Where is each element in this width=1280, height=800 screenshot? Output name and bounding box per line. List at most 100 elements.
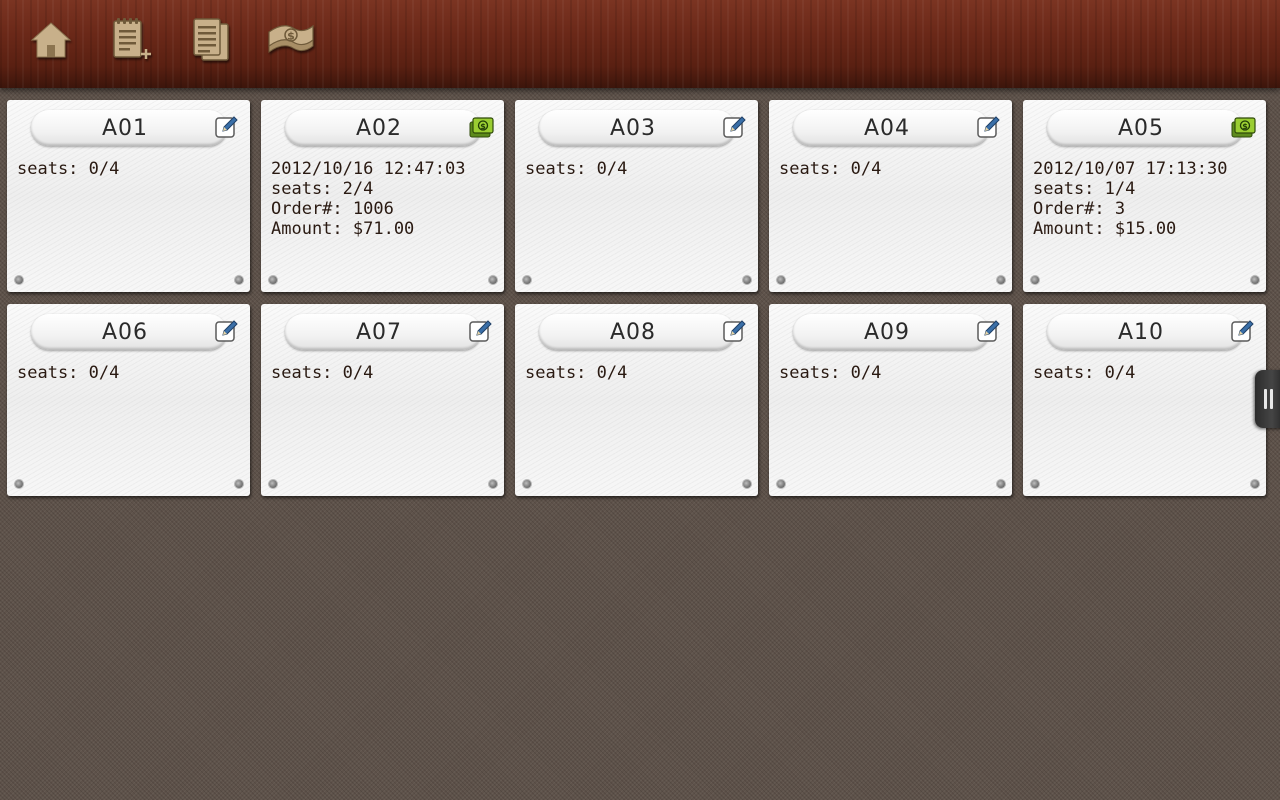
orders-list-button[interactable] xyxy=(183,12,239,68)
home-icon xyxy=(30,22,72,58)
screw-icon xyxy=(269,276,277,284)
table-info-line: seats: 0/4 xyxy=(779,159,882,179)
table-title-pill: A09 xyxy=(793,314,989,350)
table-name: A09 xyxy=(863,319,911,345)
table-info-line: seats: 2/4 xyxy=(271,179,374,199)
top-toolbar: $ xyxy=(0,0,1280,88)
screw-icon xyxy=(997,276,1005,284)
screw-icon xyxy=(235,480,243,488)
money-icon: $ xyxy=(268,24,314,53)
table-card[interactable]: A09 seats: 0/4 xyxy=(769,304,1012,496)
table-info-line: Order#: 3 xyxy=(1033,199,1126,219)
table-name: A04 xyxy=(863,115,911,141)
svg-text:$: $ xyxy=(287,30,295,43)
screw-icon xyxy=(15,276,23,284)
table-title-pill: A02 xyxy=(285,110,481,146)
table-name: A01 xyxy=(101,115,149,141)
svg-text:$: $ xyxy=(480,122,486,131)
table-info: seats: 0/4 xyxy=(17,363,119,383)
table-info-line: seats: 0/4 xyxy=(17,159,120,179)
table-info-line: seats: 0/4 xyxy=(525,363,628,383)
table-title-pill: A06 xyxy=(31,314,227,350)
table-info-line: seats: 0/4 xyxy=(1033,363,1136,383)
edit-icon[interactable] xyxy=(214,114,240,140)
table-info-line: seats: 0/4 xyxy=(17,363,120,383)
edit-icon[interactable] xyxy=(976,318,1002,344)
table-info: 2012/10/16 12:47:03 seats: 2/4 Order#: 100… xyxy=(271,159,465,239)
table-name: A03 xyxy=(609,115,657,141)
screw-icon xyxy=(777,276,785,284)
screw-icon xyxy=(269,480,277,488)
table-info-line: seats: 1/4 xyxy=(1033,179,1136,199)
edit-icon[interactable] xyxy=(976,114,1002,140)
pause-bars-icon xyxy=(1264,389,1267,409)
table-card[interactable]: A10 seats: 0/4 xyxy=(1023,304,1266,496)
notepad-plus-icon xyxy=(113,18,151,59)
table-card[interactable]: A05 $2012/10/07 17:13:30 seats: 1/4 Order#:… xyxy=(1023,100,1266,292)
table-info: seats: 0/4 xyxy=(1033,363,1135,383)
table-info: seats: 0/4 xyxy=(271,363,373,383)
table-title-pill: A07 xyxy=(285,314,481,350)
screw-icon xyxy=(235,276,243,284)
screw-icon xyxy=(15,480,23,488)
table-info-line: seats: 0/4 xyxy=(271,363,374,383)
screw-icon xyxy=(743,276,751,284)
table-info: 2012/10/07 17:13:30 seats: 1/4 Order#: 3 Am… xyxy=(1033,159,1227,239)
edit-icon[interactable] xyxy=(722,114,748,140)
home-button[interactable] xyxy=(23,12,79,68)
table-info: seats: 0/4 xyxy=(17,159,119,179)
table-name: A05 xyxy=(1117,115,1165,141)
table-card[interactable]: A04 seats: 0/4 xyxy=(769,100,1012,292)
table-name: A02 xyxy=(355,115,403,141)
table-info-line: Order#: 1006 xyxy=(271,199,394,219)
cash-icon[interactable]: $ xyxy=(1230,114,1256,140)
table-title-pill: A05 xyxy=(1047,110,1243,146)
screw-icon xyxy=(1251,480,1259,488)
table-title-pill: A01 xyxy=(31,110,227,146)
table-name: A08 xyxy=(609,319,657,345)
table-card[interactable]: A06 seats: 0/4 xyxy=(7,304,250,496)
table-info: seats: 0/4 xyxy=(525,363,627,383)
table-title-pill: A10 xyxy=(1047,314,1243,350)
screw-icon xyxy=(523,276,531,284)
table-name: A06 xyxy=(101,319,149,345)
table-title-pill: A04 xyxy=(793,110,989,146)
table-info: seats: 0/4 xyxy=(779,363,881,383)
table-name: A10 xyxy=(1117,319,1165,345)
table-info-line: Amount: $15.00 xyxy=(1033,219,1177,239)
screw-icon xyxy=(777,480,785,488)
tables-grid: A01 seats: 0/4 A02 $2012/10/16 12:47:03 seat… xyxy=(7,100,1267,496)
screw-icon xyxy=(489,480,497,488)
documents-stack-icon xyxy=(193,18,229,61)
screw-icon xyxy=(1251,276,1259,284)
cash-icon[interactable]: $ xyxy=(468,114,494,140)
table-info-line: 2012/10/16 12:47:03 xyxy=(271,159,466,179)
table-card[interactable]: A02 $2012/10/16 12:47:03 seats: 2/4 Order#:… xyxy=(261,100,504,292)
table-info: seats: 0/4 xyxy=(779,159,881,179)
screw-icon xyxy=(1031,480,1039,488)
edit-icon[interactable] xyxy=(1230,318,1256,344)
table-info-line: seats: 0/4 xyxy=(525,159,628,179)
edit-icon[interactable] xyxy=(214,318,240,344)
table-title-pill: A08 xyxy=(539,314,735,350)
table-card[interactable]: A08 seats: 0/4 xyxy=(515,304,758,496)
side-drawer-handle[interactable] xyxy=(1255,370,1280,428)
table-info-line: 2012/10/07 17:13:30 xyxy=(1033,159,1228,179)
screw-icon xyxy=(489,276,497,284)
table-card[interactable]: A07 seats: 0/4 xyxy=(261,304,504,496)
screw-icon xyxy=(523,480,531,488)
table-info: seats: 0/4 xyxy=(525,159,627,179)
cash-button[interactable]: $ xyxy=(263,12,319,68)
screw-icon xyxy=(997,480,1005,488)
table-info-line: Amount: $71.00 xyxy=(271,219,415,239)
screw-icon xyxy=(743,480,751,488)
edit-icon[interactable] xyxy=(722,318,748,344)
table-name: A07 xyxy=(355,319,403,345)
edit-icon[interactable] xyxy=(468,318,494,344)
table-card[interactable]: A01 seats: 0/4 xyxy=(7,100,250,292)
svg-text:$: $ xyxy=(1242,122,1248,131)
screw-icon xyxy=(1031,276,1039,284)
table-card[interactable]: A03 seats: 0/4 xyxy=(515,100,758,292)
new-order-button[interactable] xyxy=(103,12,159,68)
table-title-pill: A03 xyxy=(539,110,735,146)
